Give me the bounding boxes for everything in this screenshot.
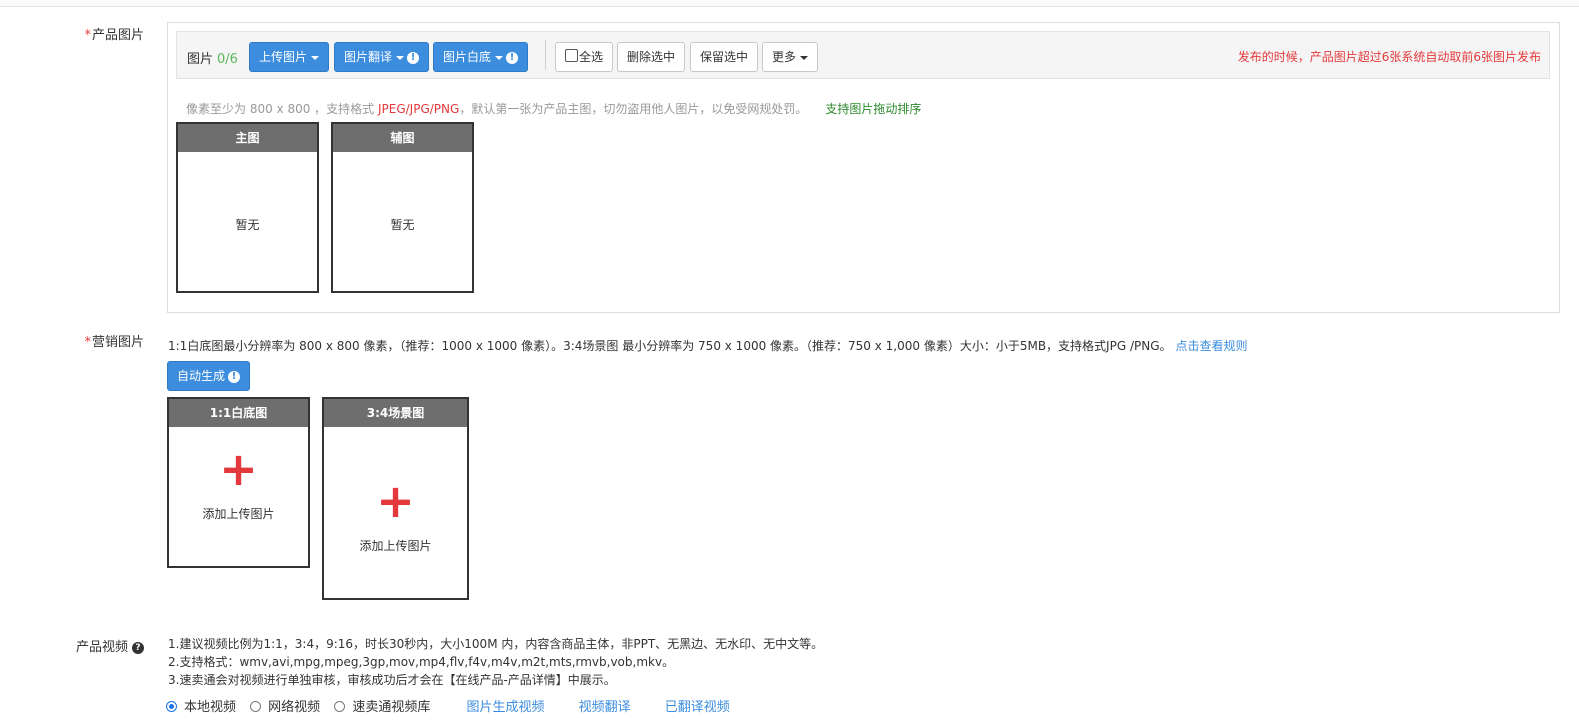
info-icon: !: [506, 51, 519, 64]
image-toolbar: 图片 0/6 上传图片 图片翻译! 图片白底! 全选 删除选中 保留选中 更多 发…: [176, 31, 1550, 79]
chevron-down-icon: [396, 55, 405, 60]
images-count: 0/6: [217, 52, 238, 67]
delete-selected-button[interactable]: 删除选中: [617, 42, 686, 72]
add-upload-area[interactable]: + 添加上传图片: [169, 442, 308, 522]
images-count-label: 图片 0/6: [187, 52, 238, 67]
slot-title: 辅图: [333, 124, 472, 152]
translated-videos-link[interactable]: 已翻译视频: [665, 700, 730, 715]
slot-title: 1:1白底图: [169, 399, 308, 427]
chevron-down-icon: [495, 55, 504, 60]
toolbar-divider: [545, 40, 546, 70]
plus-icon: +: [219, 442, 258, 496]
slot-title: 3:4场景图: [324, 399, 467, 427]
product-video-label: 产品视频?: [0, 636, 144, 655]
info-icon: !: [228, 370, 241, 383]
chevron-down-icon: [311, 55, 320, 60]
add-upload-text: 添加上传图片: [202, 507, 275, 521]
more-dropdown-button[interactable]: 更多: [762, 42, 819, 72]
top-divider: [0, 0, 1579, 7]
marketing-images-label: *营销图片: [84, 335, 144, 350]
auto-generate-button[interactable]: 自动生成!: [167, 361, 251, 391]
radio-selected-icon[interactable]: [166, 701, 177, 712]
plus-icon: +: [376, 474, 415, 528]
radio-icon[interactable]: [334, 701, 346, 712]
secondary-image-slot[interactable]: 辅图 暂无: [331, 122, 474, 293]
upload-images-button[interactable]: 上传图片: [249, 42, 330, 72]
video-rule-line: 1.建议视频比例为1:1，3:4，9:16，时长30秒内，大小100M 内，内容…: [168, 637, 824, 651]
main-image-slot[interactable]: 主图 暂无: [176, 122, 319, 293]
video-rule-line: 2.支持格式：wmv,avi,mpg,mpeg,3gp,mov,mp4,flv,…: [168, 655, 675, 669]
white-background-image-slot[interactable]: 1:1白底图 + 添加上传图片: [167, 397, 310, 568]
web-video-option[interactable]: 网络视频: [250, 700, 320, 715]
slot-empty-text: 暂无: [390, 218, 415, 232]
video-source-options: 本地视频 网络视频 速卖通视频库 图片生成视频 视频翻译 已翻译视频: [166, 696, 730, 715]
image-to-video-link[interactable]: 图片生成视频: [466, 700, 544, 715]
radio-icon[interactable]: [250, 701, 262, 712]
checkbox-icon[interactable]: [565, 49, 578, 62]
drag-sort-tip: 支持图片拖动排序: [825, 102, 922, 116]
local-video-option[interactable]: 本地视频: [166, 700, 236, 715]
marketing-images-description: 1:1白底图最小分辨率为 800 x 800 像素，（推荐：1000 x 100…: [168, 339, 1248, 353]
scene-image-slot[interactable]: 3:4场景图 + 添加上传图片: [322, 397, 469, 600]
add-upload-area[interactable]: + 添加上传图片: [324, 474, 467, 554]
help-icon[interactable]: ?: [132, 642, 144, 654]
select-all-checkbox[interactable]: 全选: [555, 42, 614, 72]
video-rule-line: 3.速卖通会对视频进行单独审核，审核成功后才会在【在线产品-产品详情】中展示。: [168, 673, 616, 687]
info-icon: !: [407, 51, 420, 64]
publish-warning: 发布的时候，产品图片超过6张系统自动取前6张图片发布: [1237, 50, 1541, 64]
image-requirements-hint: 像素至少为 800 x 800 ，支持格式 JPEG/JPG/PNG，默认第一张…: [186, 102, 922, 116]
aliexpress-video-library-option[interactable]: 速卖通视频库: [334, 700, 430, 715]
image-translate-button[interactable]: 图片翻译!: [334, 42, 430, 72]
slot-title: 主图: [178, 124, 317, 152]
keep-selected-button[interactable]: 保留选中: [690, 42, 759, 72]
product-images-panel: 图片 0/6 上传图片 图片翻译! 图片白底! 全选 删除选中 保留选中 更多 发…: [167, 22, 1560, 313]
product-images-label: *产品图片: [84, 28, 144, 43]
video-translate-link[interactable]: 视频翻译: [579, 700, 631, 715]
chevron-down-icon: [800, 55, 809, 60]
view-rules-link[interactable]: 点击查看规则: [1176, 339, 1248, 353]
slot-empty-text: 暂无: [235, 218, 260, 232]
image-white-background-button[interactable]: 图片白底!: [433, 42, 529, 72]
add-upload-text: 添加上传图片: [359, 539, 432, 553]
